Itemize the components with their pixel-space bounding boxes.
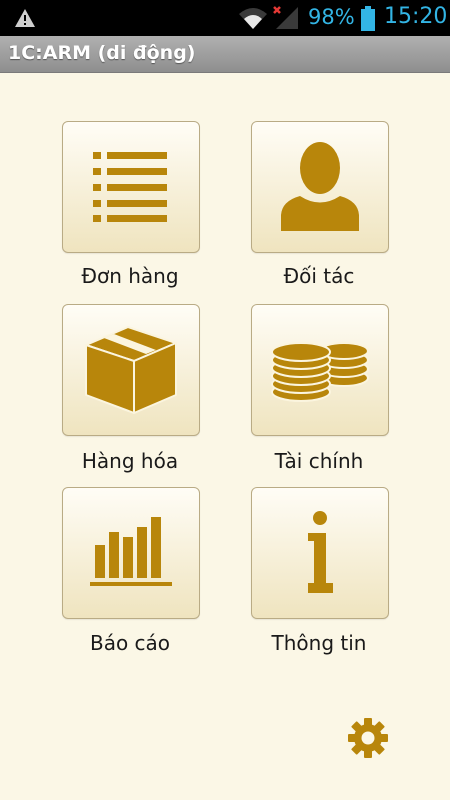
- wifi-icon: [239, 8, 267, 29]
- partners-button[interactable]: [251, 121, 389, 253]
- finance-label: Tài chính: [274, 449, 364, 473]
- goods-label: Hàng hóa: [81, 449, 179, 473]
- reports-label: Báo cáo: [89, 631, 171, 655]
- info-label: Thông tin: [271, 631, 367, 655]
- coins-icon: [271, 342, 369, 402]
- settings-button[interactable]: [347, 717, 389, 759]
- person-icon: [281, 142, 359, 231]
- battery-icon: [361, 6, 375, 31]
- battery-percent: 98%: [308, 5, 355, 29]
- reports-button[interactable]: [62, 487, 200, 619]
- info-button[interactable]: [251, 487, 389, 619]
- gear-icon: [348, 718, 388, 758]
- orders-label: Đơn hàng: [81, 264, 179, 288]
- partners-label: Đối tác: [283, 264, 355, 288]
- app-title: 1C:ARM (di động): [8, 42, 196, 64]
- status-bar: 98% 15:20: [0, 0, 450, 36]
- orders-button[interactable]: [62, 121, 200, 253]
- status-time: 15:20: [384, 4, 448, 29]
- list-icon: [93, 152, 167, 222]
- title-bar: 1C:ARM (di động): [0, 36, 450, 73]
- signal-icon: [273, 6, 298, 29]
- finance-button[interactable]: [251, 304, 389, 436]
- goods-button[interactable]: [62, 304, 200, 436]
- box-icon: [85, 326, 177, 414]
- bar-chart-icon: [90, 517, 172, 586]
- warning-icon: [15, 9, 35, 27]
- info-icon: [308, 511, 333, 593]
